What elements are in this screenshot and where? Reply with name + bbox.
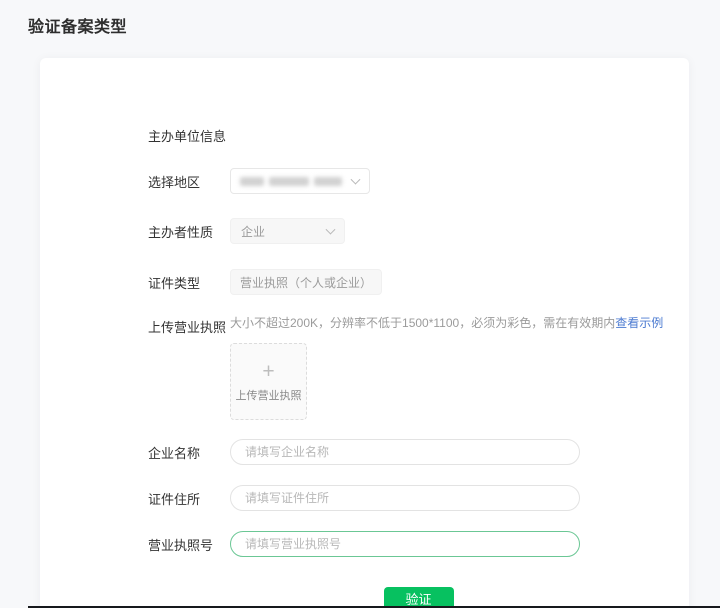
row-nature: 主办者性质 企业 (148, 218, 689, 244)
row-company-name: 企业名称 (148, 439, 689, 465)
region-redacted-value (240, 176, 342, 186)
page-title: 验证备案类型 (28, 19, 128, 36)
view-example-link[interactable]: 查看示例 (615, 316, 663, 330)
nature-value: 企业 (241, 224, 266, 239)
license-no-label: 营业执照号 (148, 537, 214, 553)
bottom-edge-line (28, 606, 720, 608)
upload-label: 上传营业执照 (148, 320, 227, 335)
row-upload-license: 上传营业执照 大小不超过200K，分辨率不低于1500*1100，必须为彩色，需… (148, 315, 689, 420)
company-name-label: 企业名称 (148, 445, 201, 461)
screen: 验证备案类型 主办单位信息 选择地区 主办者性质 企业 证件类型 营业执照（个人… (0, 0, 720, 611)
section-title: 主办单位信息 (148, 129, 227, 144)
row-cert-address: 证件住所 (148, 485, 689, 511)
cert-address-input[interactable] (230, 485, 580, 511)
cert-type-label: 证件类型 (148, 275, 201, 291)
chevron-down-icon (325, 224, 336, 235)
upload-hint-text: 大小不超过200K，分辨率不低于1500*1100，必须为彩色，需在有效期内 (230, 316, 616, 330)
row-region: 选择地区 (148, 168, 689, 194)
cert-type-value: 营业执照（个人或企业） (230, 269, 383, 295)
cert-address-label: 证件住所 (148, 491, 201, 507)
region-select[interactable] (230, 168, 370, 194)
nature-select: 企业 (230, 218, 345, 244)
row-cert-type: 证件类型 营业执照（个人或企业） (148, 269, 689, 295)
upload-box-label: 上传营业执照 (235, 389, 302, 402)
company-name-input[interactable] (230, 439, 580, 465)
row-license-no: 营业执照号 (148, 531, 689, 557)
upload-column: 大小不超过200K，分辨率不低于1500*1100，必须为彩色，需在有效期内查看… (230, 315, 663, 420)
form-card: 主办单位信息 选择地区 主办者性质 企业 证件类型 营业执照（个人或企业） 上传… (40, 58, 689, 611)
license-no-input[interactable] (230, 531, 580, 557)
upload-hint: 大小不超过200K，分辨率不低于1500*1100，必须为彩色，需在有效期内查看… (230, 315, 663, 332)
chevron-down-icon (350, 174, 361, 185)
nature-label: 主办者性质 (148, 224, 214, 240)
plus-icon: + (262, 359, 275, 383)
upload-license-dropzone[interactable]: + 上传营业执照 (230, 343, 307, 420)
region-label: 选择地区 (148, 174, 201, 190)
